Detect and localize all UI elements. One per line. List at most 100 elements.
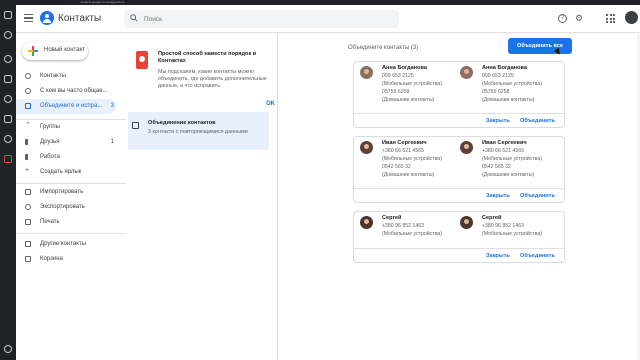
plus-icon: + xyxy=(25,167,30,174)
sidebar-item-frequent[interactable]: С кем вы часто общае... xyxy=(16,84,116,99)
contacts-logo-icon xyxy=(40,11,54,25)
contact-phone-type: (Мобильные устройства) xyxy=(482,231,542,237)
new-contact-button[interactable]: Новый контакт xyxy=(22,42,88,60)
pair-actions: Закрыть Объединить xyxy=(354,248,564,262)
sidebar-item-label: С кем вы часто общае... xyxy=(40,88,108,94)
tip-text: Мы подскажем, какие контакты можно объед… xyxy=(158,69,267,89)
sidebar-item-other-contacts[interactable]: Другие контакты xyxy=(16,237,116,252)
contact-name: Анна Богданова xyxy=(382,65,427,71)
merge-button[interactable]: Объединить xyxy=(520,193,555,199)
contact-phone-type: (Домашние контакты) xyxy=(382,172,435,178)
sidebar-item-friends[interactable]: Друзья 1 xyxy=(16,135,116,150)
history-icon[interactable] xyxy=(4,55,12,63)
sidebar-item-label: Работа xyxy=(40,154,60,160)
sidebar-item-label: Корзина xyxy=(40,256,63,262)
sidebar-item-label: Друзья xyxy=(40,139,60,145)
merge-icon xyxy=(25,103,31,109)
upload-icon xyxy=(25,189,31,195)
divider xyxy=(16,183,126,184)
dismiss-button[interactable]: Закрыть xyxy=(486,193,510,199)
contact-phone: 0542 565 32 xyxy=(482,164,511,170)
merge-button[interactable]: Объединить xyxy=(520,118,555,124)
merge-suggestion-card[interactable]: Объединение контактов 3 контакта с повто… xyxy=(128,112,269,150)
cloud-download-icon xyxy=(25,204,31,210)
history-icon xyxy=(25,88,31,94)
more-icon[interactable] xyxy=(4,345,12,353)
pair-actions: Закрыть Объединить xyxy=(354,113,564,127)
sidebar-item-import[interactable]: Импортировать xyxy=(16,185,116,200)
account-avatar[interactable] xyxy=(625,11,638,24)
contact-phone-type: (Мобильные устройства) xyxy=(382,81,442,87)
contact-photo xyxy=(460,216,473,229)
tip-title: Простой способ навести порядок в Контакт… xyxy=(158,51,257,64)
tip-ok-button[interactable]: OK xyxy=(266,101,275,107)
merge-icon xyxy=(132,122,139,129)
duplicate-pair: Анна Богданова 099 653 2125 (Мобильные у… xyxy=(353,61,565,128)
contact-photo xyxy=(360,141,373,154)
contact-photo xyxy=(460,66,473,79)
contact-photo xyxy=(460,141,473,154)
column-divider xyxy=(277,33,278,360)
trash-icon xyxy=(25,256,31,262)
sidebar-groups-header[interactable]: ⌃ Группы xyxy=(16,120,116,135)
app-title: Контакты xyxy=(58,13,102,24)
sidebar-item-contacts[interactable]: Контакты xyxy=(16,69,116,84)
duplicate-pair: Иван Сергеевич +380 66 521 4565 (Мобильн… xyxy=(353,136,565,203)
contact-phone: +380 96 852 1463 xyxy=(382,223,424,229)
contact-phone: 05755 6258 xyxy=(482,89,510,95)
dismiss-button[interactable]: Закрыть xyxy=(486,118,510,124)
contact-name: Сергей xyxy=(382,215,402,221)
merge-heading: Объедините контакты (3) xyxy=(348,45,419,51)
duplicate-pair: Сергей +380 96 852 1463 (Мобильные устро… xyxy=(353,211,565,263)
top-header: Контакты ? ⚙ xyxy=(16,5,640,33)
sidebar-item-label: Контакты xyxy=(40,73,66,79)
dismiss-button[interactable]: Закрыть xyxy=(486,253,510,259)
contact-phone-type: (Мобильные устройства) xyxy=(382,231,442,237)
contact-phone: 05755 6258 xyxy=(382,89,410,95)
search-box[interactable] xyxy=(124,10,399,28)
help-icon[interactable]: ? xyxy=(558,14,567,23)
inbox-icon xyxy=(25,241,31,247)
gear-icon[interactable]: ⚙ xyxy=(575,14,584,23)
contact-phone: 099 653 2125 xyxy=(382,73,414,79)
new-contact-label: Новый контакт xyxy=(44,47,85,53)
sidebar-item-trash[interactable]: Корзина xyxy=(16,252,116,267)
url-text[interactable]: contacts.google.com/suggestions xyxy=(80,0,124,4)
contact-photo xyxy=(360,216,373,229)
sidebar-item-label: Печать xyxy=(40,219,60,225)
sidebar-item-label: Экспортировать xyxy=(40,204,85,210)
merge-button[interactable]: Объединить xyxy=(520,253,555,259)
print-icon xyxy=(25,219,31,225)
chevron-up-icon: ⌃ xyxy=(25,122,31,129)
search-input[interactable] xyxy=(144,13,384,25)
sidebar-item-print[interactable]: Печать xyxy=(16,215,116,230)
sidebar-item-merge-fix[interactable]: Объедините и испра... 3 xyxy=(16,99,116,114)
merge-all-button[interactable]: Объединить все xyxy=(508,38,572,54)
suggestions-column: Простой способ навести порядок в Контакт… xyxy=(128,33,278,360)
app-rail xyxy=(0,5,16,360)
apps-grid-icon[interactable] xyxy=(606,14,615,23)
plus-icon xyxy=(28,46,38,56)
contact-name: Иван Сергеевич xyxy=(382,140,427,146)
contact-photo xyxy=(360,66,373,79)
home-icon[interactable] xyxy=(4,11,12,19)
box-icon[interactable] xyxy=(4,115,12,123)
sidebar-item-create-label[interactable]: + Создать ярлык xyxy=(16,165,116,180)
contact-phone: +380 66 521 4565 xyxy=(382,148,424,154)
sidebar-item-export[interactable]: Экспортировать xyxy=(16,200,116,215)
menu-icon[interactable] xyxy=(24,14,33,22)
contact-phone: 0542 565 32 xyxy=(382,164,411,170)
contact-phone-type: (Домашние контакты) xyxy=(482,172,535,178)
sidebar-item-work[interactable]: Работа xyxy=(16,150,116,165)
contact-phone: +380 66 521 4565 xyxy=(482,148,524,154)
heart-icon[interactable] xyxy=(4,155,12,163)
clock-icon[interactable] xyxy=(4,95,12,103)
settings-icon[interactable] xyxy=(4,135,12,143)
contacts-book-icon xyxy=(136,51,148,69)
search-icon xyxy=(130,14,138,22)
tabs-icon[interactable] xyxy=(4,75,12,83)
sidebar-item-count: 1 xyxy=(110,139,114,145)
contact-phone: +380 96 852 1463 xyxy=(482,223,524,229)
contacts-window: Контакты ? ⚙ Новый контакт xyxy=(16,5,640,360)
messenger-icon[interactable] xyxy=(4,31,12,39)
